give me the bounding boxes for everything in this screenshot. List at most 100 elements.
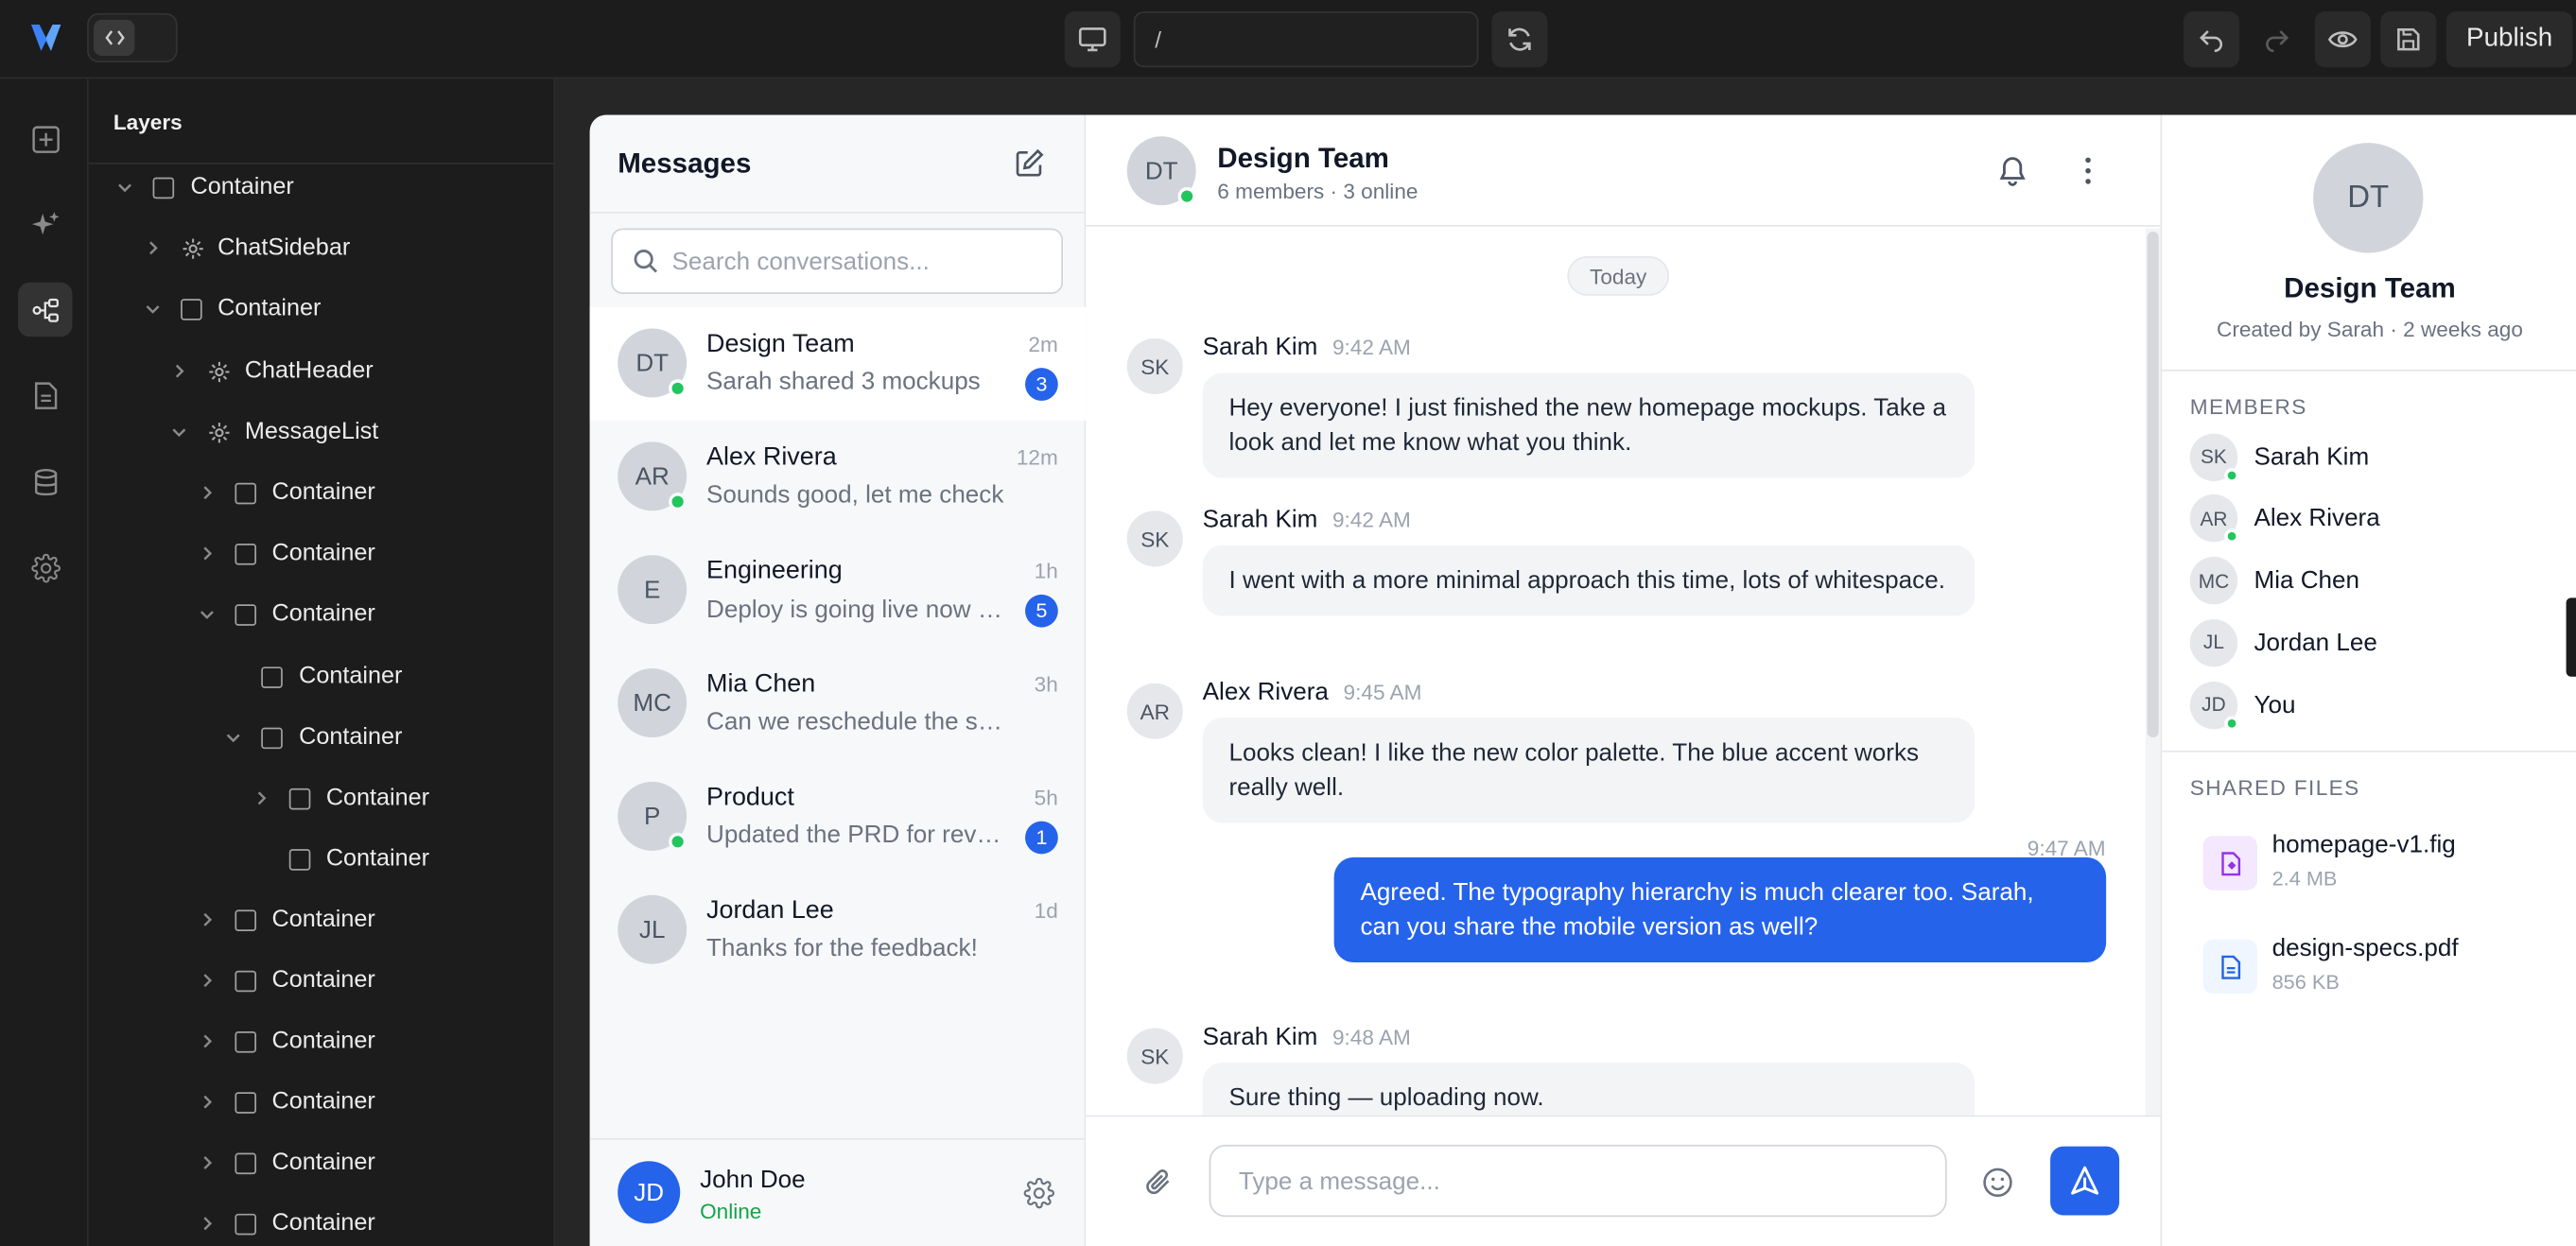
chevron-right-icon[interactable] [139, 238, 165, 258]
member-item[interactable]: MC Mia Chen [2189, 556, 2359, 605]
chevron-right-icon[interactable] [193, 1092, 219, 1112]
member-item[interactable]: JL Jordan Lee [2189, 618, 2377, 667]
url-path-input[interactable]: / [1133, 11, 1479, 68]
chevron-down-icon[interactable] [193, 604, 219, 624]
layer-row[interactable]: MessageList [165, 410, 378, 453]
layer-label: Container [271, 600, 375, 628]
pages-button[interactable] [18, 368, 72, 422]
file-size: 2.4 MB [2271, 867, 2338, 891]
save-button[interactable] [2380, 11, 2437, 68]
conversation-avatar: E [618, 555, 688, 625]
member-avatar: MC [2189, 557, 2238, 605]
user-settings-button[interactable] [1023, 1177, 1054, 1209]
preview-button[interactable] [2314, 11, 2371, 68]
redo-button[interactable] [2249, 11, 2305, 67]
chevron-down-icon[interactable] [165, 422, 192, 441]
layer-row[interactable]: Container [247, 777, 429, 820]
layer-row[interactable]: Container [139, 287, 322, 330]
layer-row[interactable]: Container [220, 655, 402, 698]
search-input[interactable] [671, 247, 1051, 275]
app-logo-icon[interactable] [28, 20, 64, 56]
file-size: 856 KB [2271, 970, 2340, 995]
message-bubble: Sure thing — uploading now. [1202, 1062, 1976, 1116]
container-icon [287, 787, 310, 809]
layer-row[interactable]: Container [193, 593, 375, 635]
chevron-down-icon[interactable] [220, 728, 247, 748]
bell-icon [1999, 157, 2026, 186]
chevron-right-icon[interactable] [193, 1031, 219, 1051]
desktop-preview-button[interactable] [1064, 11, 1121, 68]
notifications-button[interactable] [1996, 154, 2029, 187]
refresh-button[interactable] [1491, 11, 1548, 68]
resize-handle[interactable] [2566, 597, 2576, 677]
layer-row[interactable]: Container [112, 165, 294, 208]
chevron-right-icon[interactable] [193, 1153, 219, 1173]
layer-row[interactable]: Container [193, 960, 375, 1002]
member-item[interactable]: AR Alex Rivera [2189, 494, 2380, 545]
database-button[interactable] [18, 455, 72, 509]
scrollbar-thumb[interactable] [2147, 231, 2159, 738]
chevron-right-icon[interactable] [193, 1214, 219, 1234]
settings-button[interactable] [18, 541, 72, 595]
gear-icon [1023, 1177, 1054, 1209]
conversation-item[interactable]: MC Mia Chen Can we reschedule the standup?… [590, 647, 1087, 760]
conversation-item[interactable]: AR Alex Rivera Sounds good, let me check 12… [590, 421, 1087, 534]
code-view-toggle[interactable] [87, 12, 178, 63]
more-options-button[interactable] [2072, 154, 2105, 187]
chevron-right-icon[interactable] [193, 483, 219, 503]
send-icon [2071, 1166, 2099, 1195]
conversation-item[interactable]: DT Design Team Sarah shared 3 mockups 2m 3 [589, 306, 1087, 421]
date-divider: Today [1567, 256, 1670, 296]
new-message-button[interactable] [1014, 147, 1045, 179]
message-bubble: I went with a more minimal approach this… [1202, 545, 1976, 616]
publish-button[interactable]: Publish [2445, 11, 2573, 68]
online-indicator [2224, 467, 2239, 482]
emoji-button[interactable] [1981, 1166, 2014, 1199]
attach-button[interactable] [1143, 1166, 1175, 1197]
conversation-item[interactable]: E Engineering Deploy is going live now 🚀 1h… [590, 534, 1087, 648]
container-icon [261, 666, 283, 688]
member-item[interactable]: JD You [2189, 681, 2295, 731]
avatar-initials: AR [635, 462, 670, 491]
layer-row[interactable]: Container [193, 1141, 375, 1184]
chat-sidebar: Messages DT Design Team Sarah shared 3 moc… [589, 114, 1087, 1246]
add-element-button[interactable] [18, 112, 72, 165]
conversation-avatar: MC [618, 668, 688, 738]
layer-row[interactable]: Container [220, 716, 402, 758]
member-avatar: JD [2189, 681, 2239, 731]
conversation-item[interactable]: P Product Updated the PRD for review 5h 1 [590, 760, 1087, 874]
layer-label: Container [271, 1088, 375, 1116]
conversation-item[interactable]: JL Jordan Lee Thanks for the feedback! 1d [590, 874, 1087, 987]
layer-row[interactable]: Container [193, 472, 375, 514]
chat-avatar[interactable]: DT [1126, 136, 1196, 206]
chevron-down-icon[interactable] [112, 178, 138, 198]
undo-button[interactable] [2183, 11, 2239, 68]
layer-row[interactable]: Container [193, 1203, 375, 1245]
undo-icon [2200, 30, 2223, 53]
layer-row[interactable]: Container [193, 1081, 375, 1123]
user-avatar[interactable]: JD [618, 1161, 681, 1224]
chevron-right-icon[interactable] [193, 909, 219, 929]
scrollbar[interactable] [2145, 228, 2161, 1116]
chevron-right-icon[interactable] [193, 544, 219, 563]
conversation-preview: Updated the PRD for review [706, 821, 1006, 850]
ai-assistant-button[interactable] [18, 197, 72, 251]
layer-row[interactable]: ChatHeader [165, 350, 374, 392]
chevron-right-icon[interactable] [165, 361, 192, 381]
message-input[interactable] [1238, 1167, 1896, 1195]
chevron-right-icon[interactable] [247, 788, 273, 808]
layer-row[interactable]: Container [193, 1020, 375, 1063]
message-time: 9:45 AM [1343, 680, 1422, 705]
layer-row[interactable]: Container [193, 532, 375, 575]
layer-row[interactable]: Container [193, 898, 375, 941]
layer-row[interactable]: Container [247, 838, 429, 880]
layers-panel: Layers Container ChatSidebar Container Chat… [88, 78, 556, 1246]
send-button[interactable] [2050, 1146, 2120, 1216]
layer-row[interactable]: ChatSidebar [139, 227, 350, 269]
layers-button[interactable] [18, 282, 73, 337]
chevron-down-icon[interactable] [139, 299, 165, 319]
member-item[interactable]: SK Sarah Kim [2189, 432, 2369, 482]
conversation-name: Engineering [706, 556, 843, 585]
layer-label: Container [218, 295, 322, 322]
chevron-right-icon[interactable] [193, 971, 219, 991]
